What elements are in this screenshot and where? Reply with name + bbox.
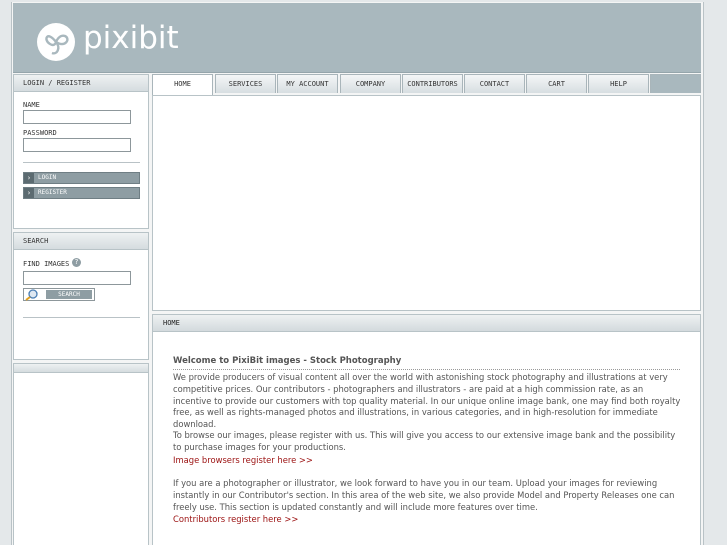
header: pixibit <box>13 3 701 73</box>
browse-paragraph: To browse our images, please register wi… <box>173 430 676 452</box>
breadcrumb: HOME <box>152 314 701 332</box>
help-icon[interactable]: ? <box>72 258 81 267</box>
login-button-label: LOGIN <box>38 174 57 181</box>
tab-cart[interactable]: CART <box>526 74 587 93</box>
password-label: PASSWORD <box>23 129 57 137</box>
search-panel: SEARCH FIND IMAGES ? SEARCH <box>13 232 149 360</box>
register-button-label: REGISTER <box>38 189 67 196</box>
main-content: Welcome to PixiBit images - Stock Photog… <box>152 332 701 545</box>
tab-contributors[interactable]: CONTRIBUTORS <box>402 74 463 93</box>
search-input[interactable] <box>23 271 131 285</box>
name-input[interactable] <box>23 110 131 124</box>
tab-my-account[interactable]: MY ACCOUNT <box>277 74 338 93</box>
find-images-label: FIND IMAGES <box>23 260 70 268</box>
tab-home[interactable]: HOME <box>152 74 213 95</box>
name-label: NAME <box>23 101 40 109</box>
intro-paragraph: We provide producers of visual content a… <box>173 372 681 430</box>
page-title: Welcome to PixiBit images - Stock Photog… <box>173 356 402 366</box>
magnifier-icon <box>25 289 38 301</box>
tab-filler <box>650 74 701 93</box>
login-panel: LOGIN / REGISTER NAME PASSWORD › LOGIN ›… <box>13 74 149 229</box>
logo[interactable]: pixibit <box>35 20 185 66</box>
divider <box>23 162 140 163</box>
logo-text: pixibit <box>83 20 179 56</box>
contributors-paragraph: If you are a photographer or illustrator… <box>173 478 675 512</box>
tab-services[interactable]: SERVICES <box>215 74 276 93</box>
contributors-register-link[interactable]: Contributors register here >> <box>173 514 298 524</box>
tab-help[interactable]: HELP <box>588 74 649 93</box>
search-panel-title: SEARCH <box>14 233 148 250</box>
search-button[interactable]: SEARCH <box>23 288 95 301</box>
password-input[interactable] <box>23 138 131 152</box>
logo-mark-icon <box>37 23 75 61</box>
login-panel-title: LOGIN / REGISTER <box>14 75 148 92</box>
login-button[interactable]: › LOGIN <box>23 172 140 184</box>
chevron-right-icon: › <box>24 188 34 198</box>
register-button[interactable]: › REGISTER <box>23 187 140 199</box>
dotted-divider <box>173 369 680 370</box>
side-panel-empty <box>13 363 149 545</box>
content-banner-area <box>152 95 701 311</box>
panel-head-empty <box>14 364 148 373</box>
image-browsers-register-link[interactable]: Image browsers register here >> <box>173 455 313 465</box>
main-nav: HOME SERVICES MY ACCOUNT COMPANY CONTRIB… <box>152 74 701 95</box>
tab-contact[interactable]: CONTACT <box>464 74 525 93</box>
tab-company[interactable]: COMPANY <box>340 74 401 93</box>
divider <box>23 317 140 318</box>
search-button-label: SEARCH <box>46 290 92 299</box>
chevron-right-icon: › <box>24 173 34 183</box>
